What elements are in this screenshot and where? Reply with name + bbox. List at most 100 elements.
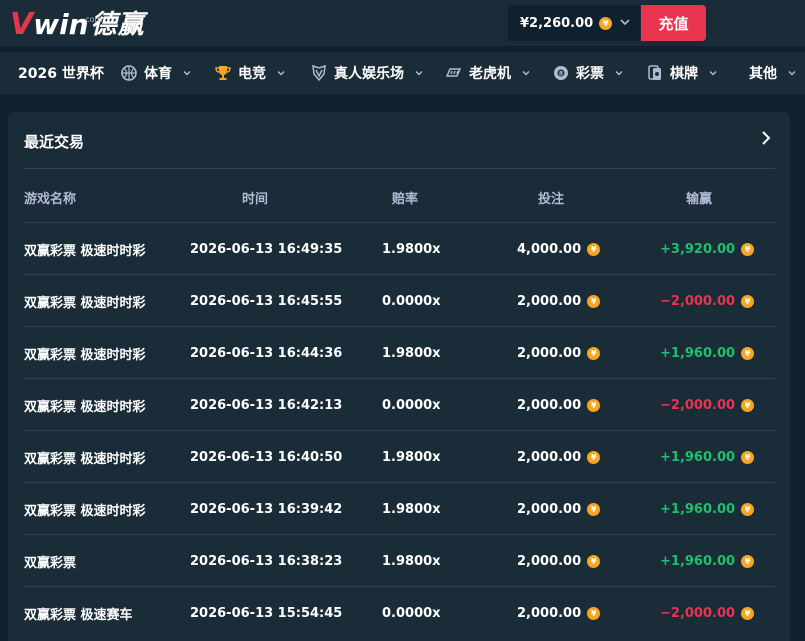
- odds: 1.9800x: [382, 241, 441, 257]
- timestamp: 2026-06-13 16:45:55: [190, 293, 343, 309]
- chevron-down-icon: [522, 71, 530, 76]
- result-amount: +1,960.00: [660, 449, 736, 465]
- nav-item-slots[interactable]: 老虎机: [445, 52, 531, 94]
- logo-letter-v: V: [10, 7, 34, 42]
- game-name: 双赢彩票 极速时时彩: [24, 347, 146, 363]
- logo[interactable]: V win com 德赢: [10, 6, 145, 42]
- game-name: 双赢彩票 极速时时彩: [24, 503, 146, 519]
- nav-item-card-games[interactable]: 棋牌: [646, 52, 718, 94]
- wallet-balance-selector[interactable]: ¥2,260.00 ¥: [508, 5, 640, 41]
- nav-item-esports[interactable]: 电竞: [214, 52, 286, 94]
- nav-item-others[interactable]: 其他: [749, 52, 797, 94]
- result-cell: −2,000.00 ¥: [660, 275, 755, 327]
- table-row[interactable]: 双赢彩票 极速时时彩 2026-06-13 16:44:36 1.9800x 2,00…: [8, 327, 790, 379]
- result-amount: −2,000.00: [660, 605, 736, 621]
- panel-title: 最近交易: [24, 133, 85, 151]
- coin-icon: ¥: [741, 450, 755, 464]
- coin-icon: ¥: [741, 502, 755, 516]
- game-name: 双赢彩票 极速时时彩: [24, 399, 146, 415]
- odds: 0.0000x: [382, 605, 441, 621]
- nav-item-label: 棋牌: [670, 66, 698, 82]
- bet-amount: 2,000.00: [517, 553, 582, 569]
- coin-icon: ¥: [587, 294, 601, 308]
- game-name: 双赢彩票 极速赛车: [24, 607, 133, 623]
- result-amount: −2,000.00: [660, 293, 736, 309]
- result-cell: +1,960.00 ¥: [660, 327, 755, 379]
- nav-item-label: 老虎机: [469, 66, 511, 82]
- table-row[interactable]: 双赢彩票 极速时时彩 2026-06-13 16:49:35 1.9800x 4,00…: [8, 223, 790, 275]
- wallet-balance: ¥2,260.00: [520, 15, 594, 31]
- chevron-down-icon: [277, 71, 285, 76]
- coin-icon: ¥: [741, 606, 755, 620]
- nav-item-sports[interactable]: 体育: [120, 52, 192, 94]
- trophy-icon: [215, 66, 231, 80]
- bet-amount: 2,000.00: [517, 449, 582, 465]
- odds: 1.9800x: [382, 449, 441, 465]
- result-cell: −2,000.00 ¥: [660, 587, 755, 639]
- bet-amount-cell: 2,000.00 ¥: [517, 587, 601, 639]
- coin-icon: ¥: [741, 554, 755, 568]
- bet-amount-cell: 2,000.00 ¥: [517, 483, 601, 535]
- chevron-down-icon: [615, 71, 623, 76]
- coin-icon: ¥: [587, 502, 601, 516]
- nav-item-label: 其他: [749, 66, 777, 82]
- top-header: V win com 德赢 ¥2,260.00 ¥ 充值: [0, 0, 805, 46]
- coin-icon: ¥: [741, 398, 755, 412]
- result-amount: +1,960.00: [660, 501, 736, 517]
- column-header-game: 游戏名称: [24, 192, 77, 207]
- coin-icon: ¥: [741, 242, 755, 256]
- timestamp: 2026-06-13 15:54:45: [190, 605, 343, 621]
- odds: 0.0000x: [382, 293, 441, 309]
- bet-amount-cell: 2,000.00 ¥: [517, 379, 601, 431]
- coin-icon: ¥: [587, 450, 601, 464]
- basketball-icon: [121, 65, 137, 81]
- bet-amount: 2,000.00: [517, 397, 582, 413]
- deposit-button[interactable]: 充值: [641, 5, 706, 41]
- game-name: 双赢彩票: [24, 555, 77, 571]
- timestamp: 2026-06-13 16:42:13: [190, 397, 343, 413]
- table-row[interactable]: 双赢彩票 极速赛车 2026-06-13 15:54:45 0.0000x 2,000…: [8, 587, 790, 639]
- coin-icon: ¥: [587, 606, 601, 620]
- bet-amount-cell: 2,000.00 ¥: [517, 535, 601, 587]
- timestamp: 2026-06-13 16:44:36: [190, 345, 343, 361]
- table-row[interactable]: 双赢彩票 极速时时彩 2026-06-13 16:42:13 0.0000x 2,00…: [8, 379, 790, 431]
- result-cell: +3,920.00 ¥: [660, 223, 755, 275]
- nav-item-label: 彩票: [576, 66, 604, 82]
- logo-win-text: win: [33, 8, 89, 41]
- column-header-bet: 投注: [538, 192, 565, 207]
- logo-domain: com: [85, 15, 103, 24]
- nav-item-world-cup[interactable]: 2026 世界杯: [18, 52, 104, 94]
- bet-amount: 4,000.00: [517, 241, 582, 257]
- result-amount: −2,000.00: [660, 397, 736, 413]
- chevron-right-icon[interactable]: [758, 130, 774, 146]
- shield-icon: [312, 64, 326, 82]
- logo-word-win: win com: [33, 8, 102, 41]
- chevron-down-icon: [415, 71, 423, 76]
- nav-item-live-casino[interactable]: 真人娱乐场: [310, 52, 424, 94]
- coin-icon: ¥: [587, 398, 601, 412]
- odds: 0.0000x: [382, 397, 441, 413]
- table-row[interactable]: 双赢彩票 极速时时彩 2026-06-13 16:39:42 1.9800x 2,00…: [8, 483, 790, 535]
- category-nav: 2026 世界杯 体育 电竞 真人娱乐场 老虎机 8 彩票 棋牌 其他: [0, 52, 805, 94]
- table-row[interactable]: 双赢彩票 极速时时彩 2026-06-13 16:40:50 1.9800x 2,00…: [8, 431, 790, 483]
- bet-amount: 2,000.00: [517, 605, 582, 621]
- table-row[interactable]: 双赢彩票 极速时时彩 2026-06-13 16:45:55 0.0000x 2,00…: [8, 275, 790, 327]
- odds: 1.9800x: [382, 501, 441, 517]
- table-row[interactable]: 双赢彩票 2026-06-13 16:38:23 1.9800x 2,000.00 ¥ +…: [8, 535, 790, 587]
- nav-item-label: 2026 世界杯: [18, 66, 104, 82]
- coin-icon: ¥: [599, 16, 613, 30]
- game-name: 双赢彩票 极速时时彩: [24, 295, 146, 311]
- result-amount: +1,960.00: [660, 553, 736, 569]
- chevron-down-icon: [788, 71, 796, 76]
- nav-item-lottery[interactable]: 8 彩票: [552, 52, 624, 94]
- bet-amount-cell: 2,000.00 ¥: [517, 275, 601, 327]
- result-cell: +1,960.00 ¥: [660, 483, 755, 535]
- nav-item-label: 电竞: [238, 66, 266, 82]
- bet-amount: 2,000.00: [517, 345, 582, 361]
- cards-icon: [648, 65, 661, 80]
- coin-icon: ¥: [741, 294, 755, 308]
- result-cell: −2,000.00 ¥: [660, 379, 755, 431]
- odds: 1.9800x: [382, 553, 441, 569]
- bet-amount-cell: 4,000.00 ¥: [517, 223, 601, 275]
- chevron-down-icon: [709, 71, 717, 76]
